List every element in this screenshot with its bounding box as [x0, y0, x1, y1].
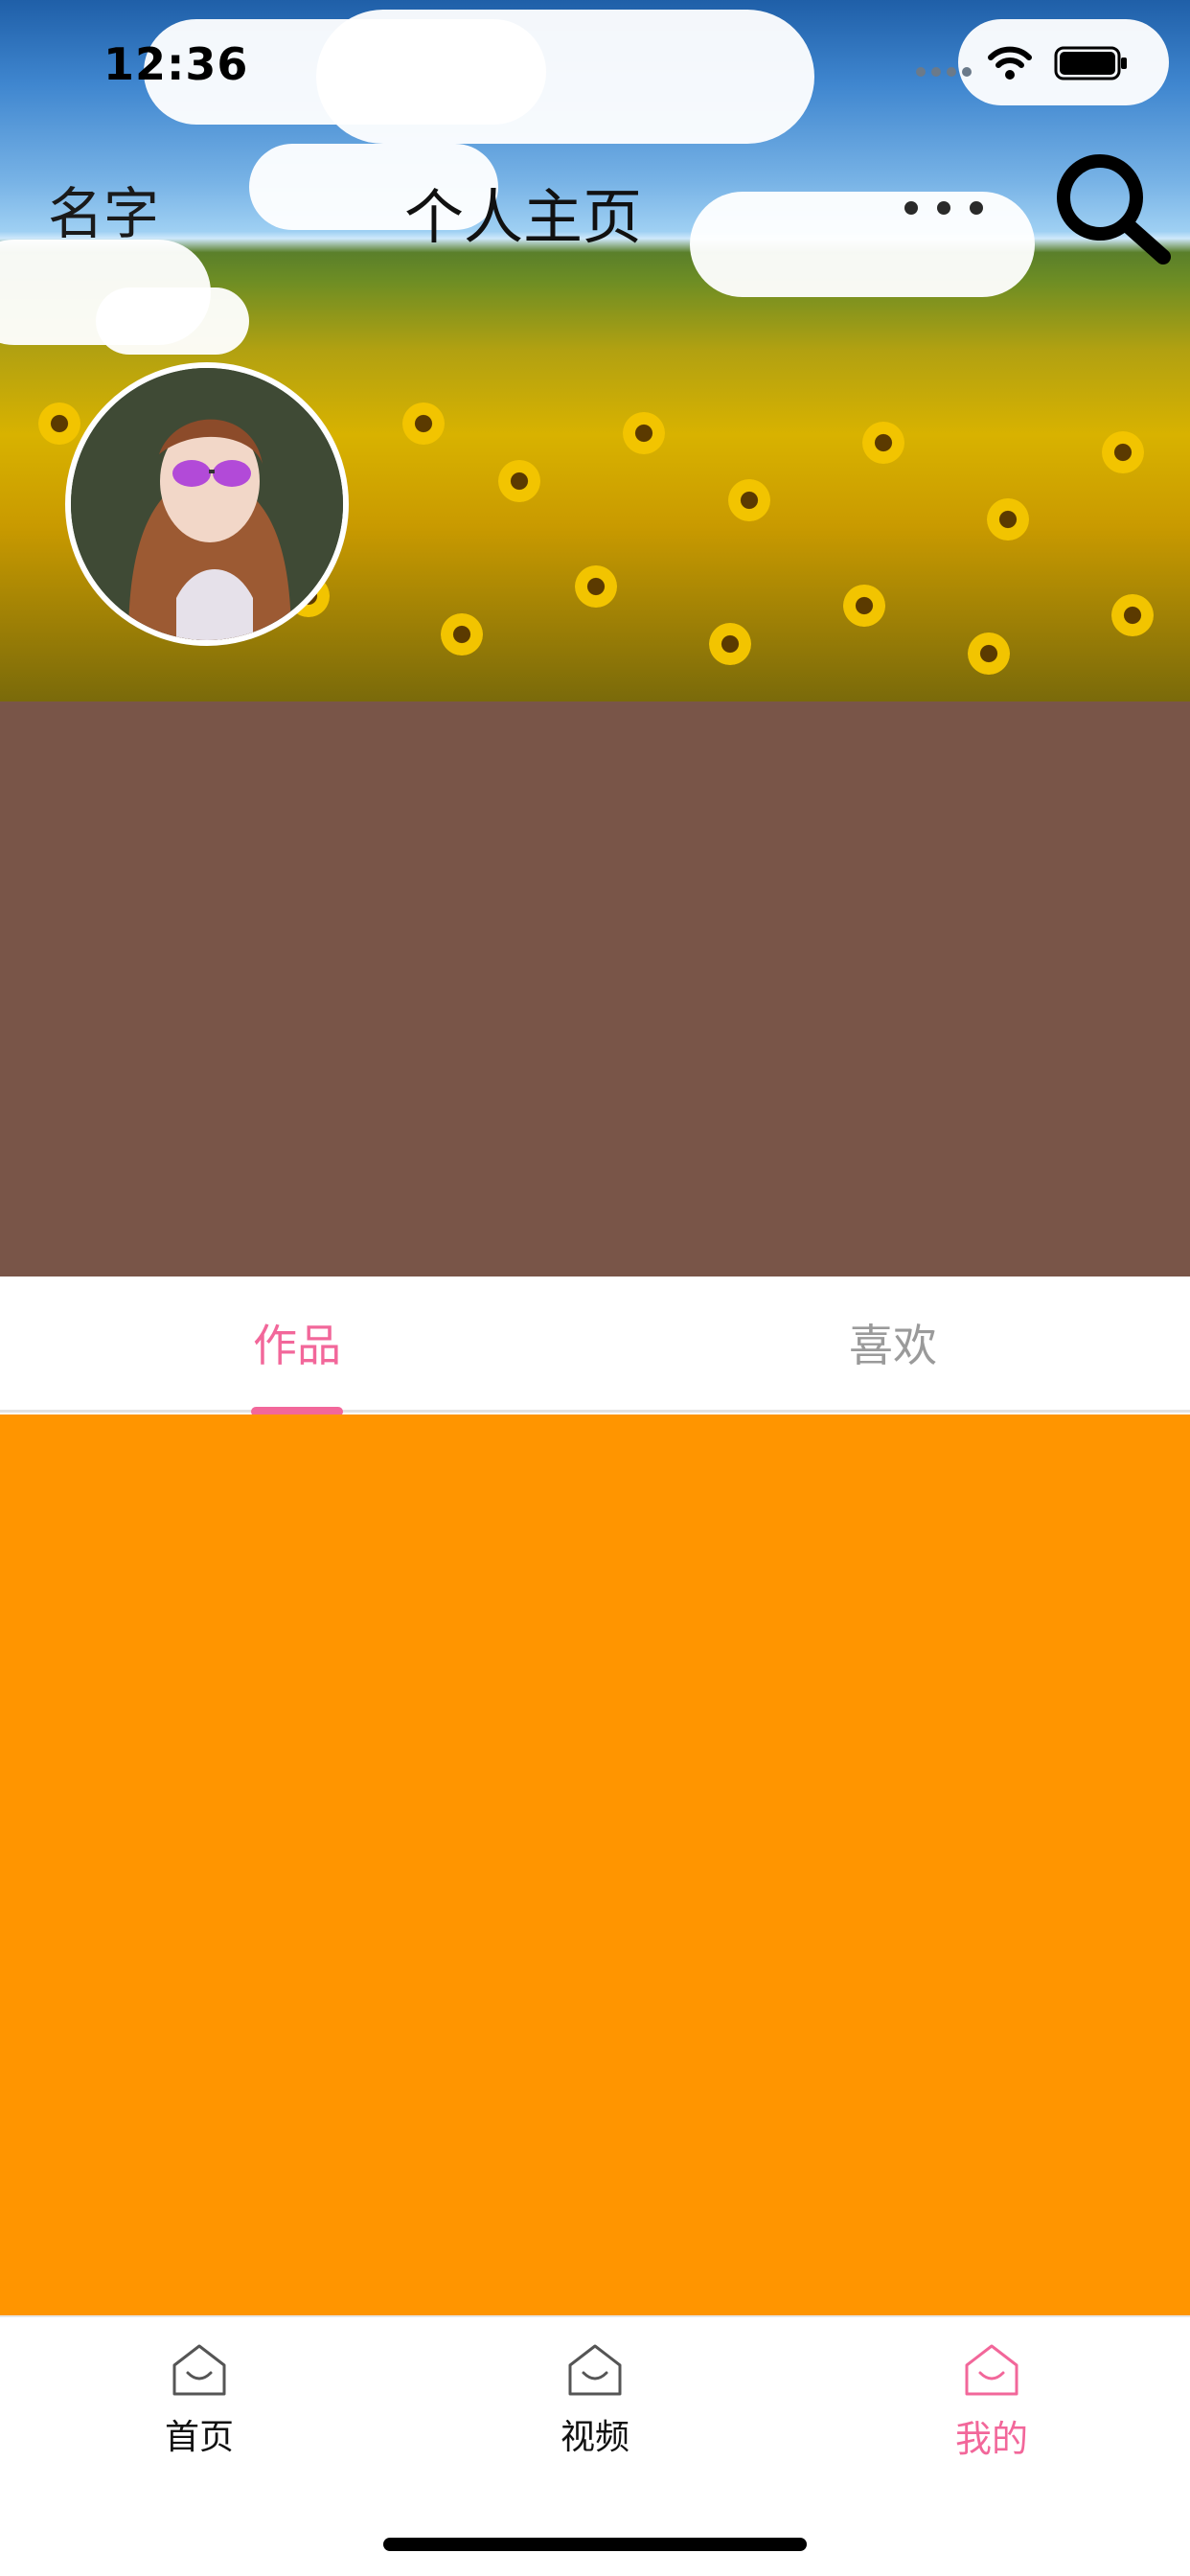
avatar-photo: [71, 368, 343, 640]
home-indicator[interactable]: [383, 2538, 807, 2551]
avatar[interactable]: [65, 362, 349, 646]
profile-info-panel: [0, 702, 1190, 1276]
works-content-area: [0, 1414, 1190, 2315]
profile-name-label: 名字: [48, 181, 160, 246]
content-tabs: 作品 喜欢: [0, 1276, 1190, 1413]
tab-likes[interactable]: 喜欢: [849, 1311, 937, 1374]
home-icon: [568, 2344, 622, 2396]
tab-home-label: 首页: [164, 2418, 234, 2457]
tab-works[interactable]: 作品: [253, 1311, 341, 1374]
home-icon: [965, 2344, 1018, 2396]
tab-mine-label: 我的: [954, 2418, 1028, 2460]
status-bar-time: 12:36: [103, 38, 249, 90]
battery-icon: [1054, 46, 1127, 80]
search-icon[interactable]: [1050, 150, 1171, 264]
home-icon: [172, 2344, 226, 2396]
tab-video-label: 视频: [560, 2418, 629, 2457]
tab-home[interactable]: 首页: [123, 2342, 276, 2459]
cellular-signal-icon: [916, 67, 972, 77]
page-title: 个人主页: [404, 182, 643, 252]
tab-video[interactable]: 视频: [518, 2342, 672, 2459]
tab-mine[interactable]: 我的: [915, 2342, 1068, 2462]
wifi-icon: [988, 46, 1032, 80]
more-icon[interactable]: [904, 201, 983, 215]
